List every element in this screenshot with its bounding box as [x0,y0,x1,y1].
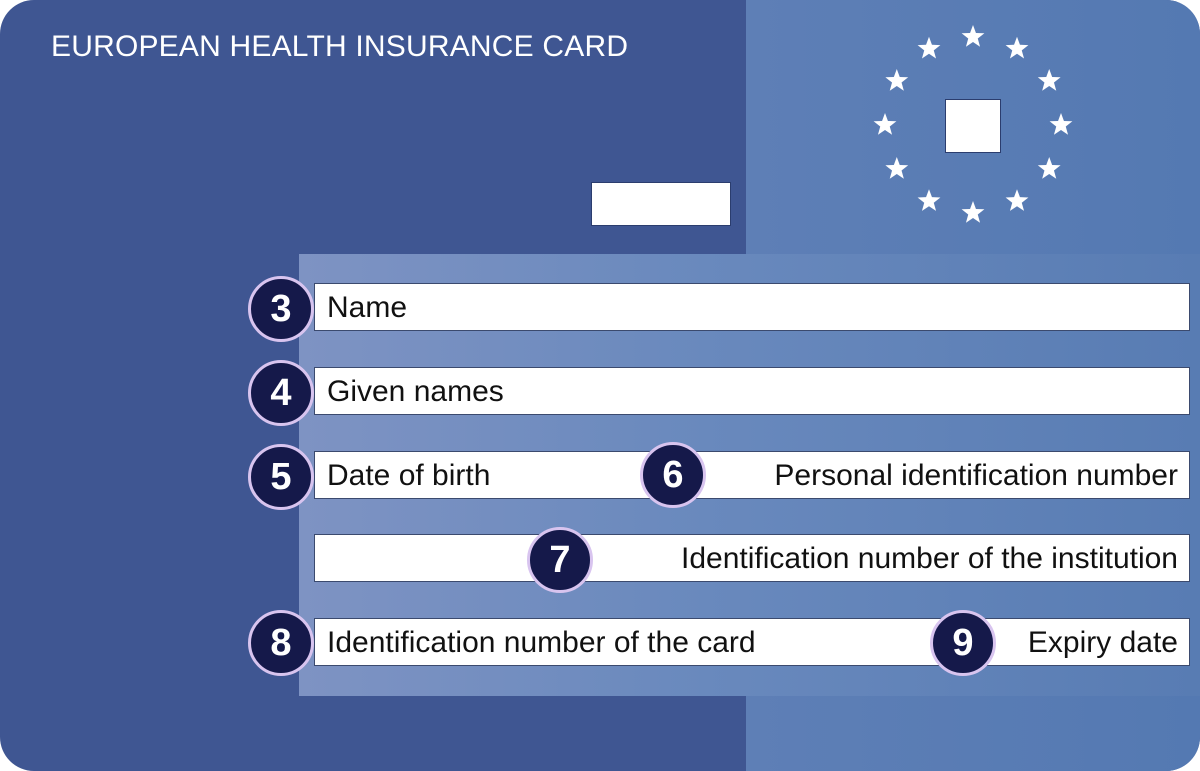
given-names-field-label: Given names [327,375,504,408]
star-icon [917,36,941,59]
card-id-number-field: Identification number of the card [314,618,954,666]
field-number-badge-8: 8 [248,610,314,676]
name-field-label: Name [327,291,408,324]
given-names-field: Given names [314,367,1190,415]
personal-id-number-field: Personal identification number [654,451,1190,499]
name-field: Name [314,283,1190,331]
star-icon [873,113,897,135]
date-of-birth-field: Date of birth [314,451,654,499]
star-icon [1005,36,1029,59]
star-icon [1037,157,1061,179]
star-icon [917,189,941,211]
field-number-badge-9: 9 [930,610,996,676]
star-icon [885,69,909,91]
field-number-badge-7: 7 [527,527,593,593]
country-code-emblem-box [945,99,1001,153]
country-code-box [591,182,731,226]
field-number-badge-6: 6 [640,442,706,508]
star-icon [1005,189,1029,211]
institution-id-number-field: Identification number of the institution [314,534,1190,582]
star-icon [961,201,985,223]
health-insurance-card: EUROPEAN HEALTH INSURANCE CARD Name 3 Gi… [0,0,1200,771]
card-title: EUROPEAN HEALTH INSURANCE CARD [51,30,629,63]
field-number-badge-3: 3 [248,276,314,342]
expiry-date-field-label: Expiry date [1027,626,1178,659]
star-icon [885,157,909,179]
card-id-number-field-label: Identification number of the card [327,626,756,659]
field-number-badge-5: 5 [248,444,314,510]
star-icon [1049,113,1073,135]
star-icon [1037,69,1061,91]
personal-id-number-field-label: Personal identification number [774,459,1178,492]
star-icon [961,25,985,47]
institution-id-number-field-label: Identification number of the institution [681,542,1178,575]
field-number-badge-4: 4 [248,360,314,426]
date-of-birth-field-label: Date of birth [327,459,491,492]
